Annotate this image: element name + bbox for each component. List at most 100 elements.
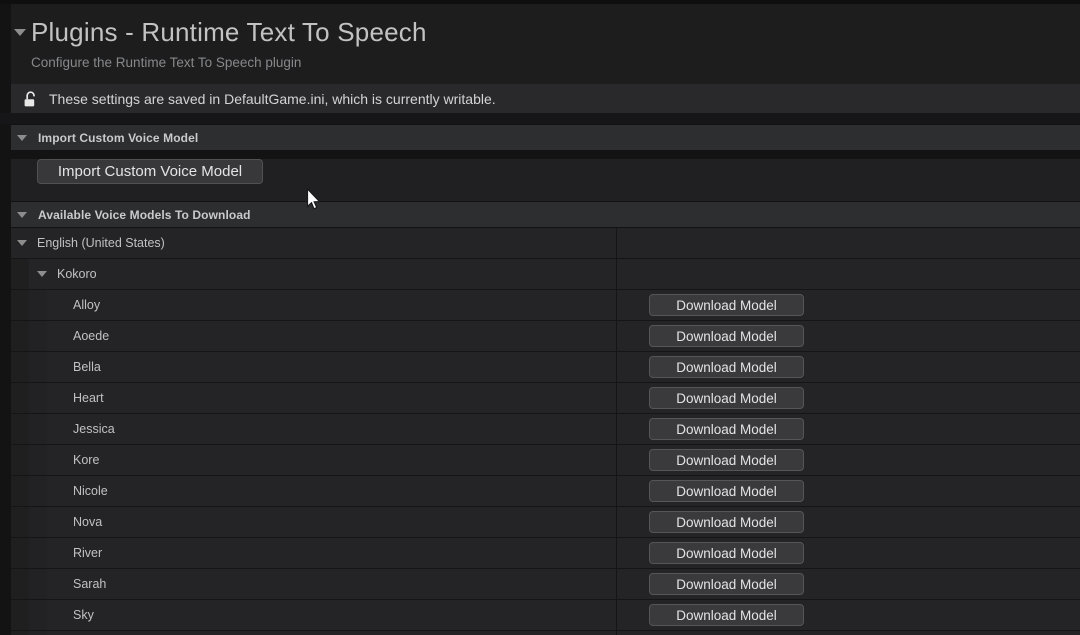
value-cell: Download Model bbox=[617, 476, 1080, 506]
section-header-available-voice-models[interactable]: Available Voice Models To Download bbox=[11, 201, 1080, 228]
value-cell bbox=[617, 228, 1080, 258]
table-row[interactable]: Sarah Download Model bbox=[11, 569, 1080, 600]
indent-guide bbox=[11, 383, 29, 413]
unlock-icon bbox=[22, 90, 39, 108]
indent-guide bbox=[29, 631, 47, 635]
collapse-arrow-icon[interactable] bbox=[14, 29, 26, 36]
voice-name-label: Kore bbox=[73, 453, 99, 467]
indent-guide bbox=[11, 476, 29, 506]
download-model-button[interactable]: Download Model bbox=[649, 325, 804, 347]
table-row[interactable]: Heart Download Model bbox=[11, 383, 1080, 414]
voice-name-cell: Sky bbox=[11, 600, 617, 630]
indent-guide bbox=[11, 445, 29, 475]
tree-row-group[interactable]: Kokoro bbox=[11, 259, 1080, 290]
table-row[interactable]: Nova Download Model bbox=[11, 507, 1080, 538]
voice-name-cell: River bbox=[11, 538, 617, 568]
indent-guide bbox=[11, 569, 29, 599]
download-model-button[interactable]: Download Model bbox=[649, 387, 804, 409]
indent-guide bbox=[29, 476, 47, 506]
config-file-notice: These settings are saved in DefaultGame.… bbox=[11, 84, 1080, 113]
value-cell: Download Model bbox=[617, 631, 1080, 635]
download-model-button[interactable]: Download Model bbox=[649, 449, 804, 471]
voice-rows: AlloyDownload ModelAoedeDownload ModelBe… bbox=[11, 290, 1080, 635]
page-title: Plugins - Runtime Text To Speech bbox=[31, 17, 427, 48]
indent-guide bbox=[11, 352, 29, 382]
table-row[interactable]: Nicole Download Model bbox=[11, 476, 1080, 507]
voice-name-cell: Nicole bbox=[11, 476, 617, 506]
voice-name-cell: Aoede bbox=[11, 321, 617, 351]
voice-name-cell: Jessica bbox=[11, 414, 617, 444]
voice-name-label: Sky bbox=[73, 608, 94, 622]
download-model-button[interactable]: Download Model bbox=[649, 356, 804, 378]
voice-model-tree: English (United States) Kokoro Alloy Down… bbox=[11, 228, 1080, 635]
download-model-button[interactable]: Download Model bbox=[649, 480, 804, 502]
indent-guide bbox=[29, 538, 47, 568]
section-header-import-custom-voice-model[interactable]: Import Custom Voice Model bbox=[11, 124, 1080, 151]
indent-guide bbox=[29, 321, 47, 351]
value-cell: Download Model bbox=[617, 569, 1080, 599]
title-area: Plugins - Runtime Text To Speech Configu… bbox=[11, 4, 1080, 84]
download-model-button[interactable]: Download Model bbox=[649, 418, 804, 440]
expander-arrow-icon[interactable] bbox=[37, 271, 47, 277]
indent-guide bbox=[11, 321, 29, 351]
value-cell: Download Model bbox=[617, 600, 1080, 630]
voice-name-cell bbox=[11, 631, 617, 635]
group-label: Kokoro bbox=[57, 267, 97, 281]
value-cell: Download Model bbox=[617, 352, 1080, 382]
indent-guide bbox=[29, 383, 47, 413]
tree-row-language[interactable]: English (United States) bbox=[11, 228, 1080, 259]
table-row[interactable]: Download Model bbox=[11, 631, 1080, 635]
value-cell: Download Model bbox=[617, 445, 1080, 475]
download-model-button[interactable]: Download Model bbox=[649, 604, 804, 626]
table-row[interactable]: River Download Model bbox=[11, 538, 1080, 569]
table-row[interactable]: Jessica Download Model bbox=[11, 414, 1080, 445]
voice-name-label: Heart bbox=[73, 391, 104, 405]
expander-arrow-icon[interactable] bbox=[17, 212, 27, 218]
voice-name-label: River bbox=[73, 546, 102, 560]
indent-guide bbox=[11, 631, 29, 635]
voice-name-cell: Bella bbox=[11, 352, 617, 382]
download-model-button[interactable]: Download Model bbox=[649, 542, 804, 564]
indent-guide bbox=[29, 352, 47, 382]
language-label: English (United States) bbox=[37, 236, 165, 250]
section-label: Available Voice Models To Download bbox=[38, 208, 251, 222]
table-row[interactable]: Alloy Download Model bbox=[11, 290, 1080, 321]
page-subtitle: Configure the Runtime Text To Speech plu… bbox=[31, 55, 1080, 70]
voice-name-label: Aoede bbox=[73, 329, 109, 343]
download-model-button[interactable]: Download Model bbox=[649, 511, 804, 533]
voice-name-cell: Sarah bbox=[11, 569, 617, 599]
table-row[interactable]: Bella Download Model bbox=[11, 352, 1080, 383]
plugin-settings-page: Plugins - Runtime Text To Speech Configu… bbox=[0, 0, 1080, 635]
import-button-row: Import Custom Voice Model bbox=[11, 159, 1080, 201]
download-model-button[interactable]: Download Model bbox=[649, 573, 804, 595]
expander-arrow-icon[interactable] bbox=[17, 240, 27, 246]
indent-guide bbox=[29, 290, 47, 320]
expander-arrow-icon[interactable] bbox=[17, 135, 27, 141]
indent-guide bbox=[11, 259, 29, 289]
indent-guide bbox=[11, 538, 29, 568]
notice-text: These settings are saved in DefaultGame.… bbox=[49, 91, 496, 107]
voice-name-label: Nicole bbox=[73, 484, 108, 498]
voice-name-label: Alloy bbox=[73, 298, 100, 312]
voice-name-label: Nova bbox=[73, 515, 102, 529]
indent-guide bbox=[29, 445, 47, 475]
voice-name-label: Sarah bbox=[73, 577, 106, 591]
value-cell: Download Model bbox=[617, 321, 1080, 351]
indent-guide bbox=[11, 290, 29, 320]
indent-guide bbox=[29, 507, 47, 537]
value-cell: Download Model bbox=[617, 383, 1080, 413]
indent-guide bbox=[11, 507, 29, 537]
table-row[interactable]: Sky Download Model bbox=[11, 600, 1080, 631]
voice-name-cell: Heart bbox=[11, 383, 617, 413]
value-cell bbox=[617, 259, 1080, 289]
indent-guide bbox=[11, 600, 29, 630]
table-row[interactable]: Aoede Download Model bbox=[11, 321, 1080, 352]
value-cell: Download Model bbox=[617, 414, 1080, 444]
indent-guide bbox=[11, 414, 29, 444]
indent-guide bbox=[29, 600, 47, 630]
table-row[interactable]: Kore Download Model bbox=[11, 445, 1080, 476]
indent-guide bbox=[29, 569, 47, 599]
import-custom-voice-model-button[interactable]: Import Custom Voice Model bbox=[37, 159, 263, 184]
download-model-button[interactable]: Download Model bbox=[649, 294, 804, 316]
value-cell: Download Model bbox=[617, 290, 1080, 320]
